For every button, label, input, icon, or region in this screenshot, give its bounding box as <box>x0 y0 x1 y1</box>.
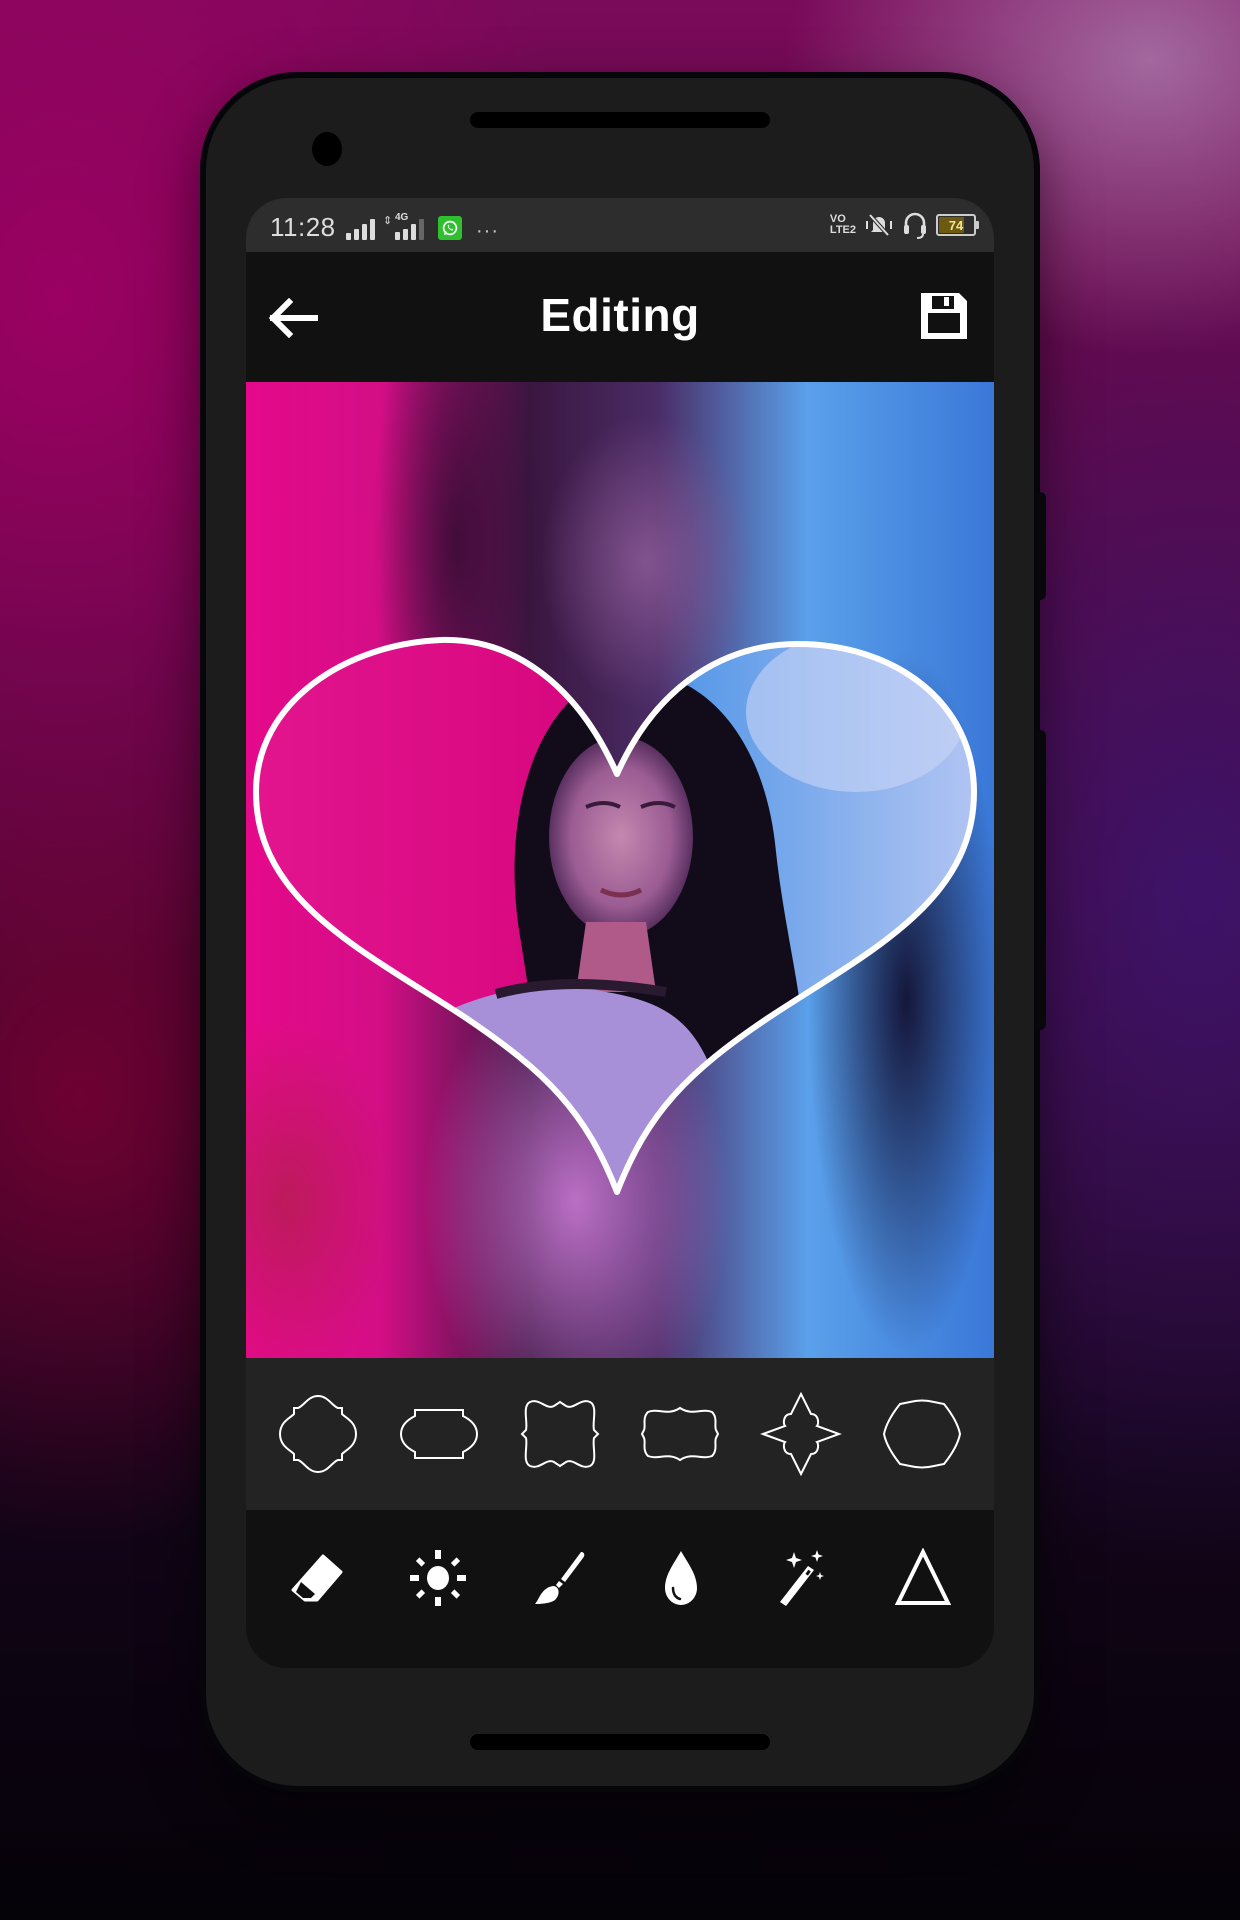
signal-icon <box>346 218 375 240</box>
whatsapp-notification-icon <box>438 216 462 240</box>
front-camera <box>312 132 342 166</box>
volume-button <box>1036 730 1046 1030</box>
shape-wavy-scalloped-frame[interactable] <box>518 1392 602 1476</box>
bracket-label-frame-icon <box>641 1406 720 1462</box>
shape-ornate-quatrefoil-frame[interactable] <box>276 1392 360 1476</box>
wavy-scalloped-frame-icon <box>520 1400 600 1468</box>
page-title: Editing <box>540 289 700 341</box>
shape-notched-label-frame[interactable] <box>397 1392 481 1476</box>
sun-icon <box>409 1550 466 1606</box>
more-notifications-icon: ··· <box>476 220 499 242</box>
bottom-speaker <box>470 1734 770 1750</box>
save-button[interactable] <box>916 288 972 344</box>
heart-frame[interactable] <box>246 382 994 1358</box>
shape-bracket-label-frame[interactable] <box>638 1392 722 1476</box>
power-button <box>1036 492 1046 600</box>
shape-octagon-curved-frame[interactable] <box>880 1392 964 1476</box>
star-pointed-frame-icon <box>760 1392 842 1476</box>
frame-shapes-bar <box>246 1358 994 1510</box>
volte-icon: VO LTE2 <box>829 213 856 236</box>
screen: 11:28 ⇕ 4G ··· VO LTE2 74 Editing <box>246 198 994 1668</box>
floppy-disk-icon <box>921 293 967 339</box>
magic-wand-icon <box>779 1550 824 1606</box>
earpiece-speaker <box>470 112 770 128</box>
tool-brush[interactable] <box>519 1538 599 1618</box>
tool-brightness[interactable] <box>398 1538 478 1618</box>
vibrate-silent-icon <box>866 213 892 237</box>
tool-blur[interactable] <box>641 1538 721 1618</box>
battery-icon: 74 <box>936 214 979 236</box>
tool-triangle[interactable] <box>883 1538 963 1618</box>
status-time: 11:28 <box>270 212 336 242</box>
triangle-icon <box>895 1548 952 1605</box>
status-right-icons: VO LTE2 74 <box>829 210 979 240</box>
framed-photo <box>256 639 974 1192</box>
shape-star-pointed-frame[interactable] <box>759 1392 843 1476</box>
water-drop-icon <box>664 1551 697 1605</box>
paintbrush-icon <box>535 1552 585 1604</box>
status-left-icons: ⇕ 4G ··· <box>346 212 499 242</box>
tool-eraser[interactable] <box>277 1538 357 1618</box>
photo-canvas[interactable] <box>246 382 994 1358</box>
status-bar: 11:28 ⇕ 4G ··· VO LTE2 74 <box>246 198 994 252</box>
ornate-quatrefoil-frame-icon <box>279 1394 358 1474</box>
eraser-icon <box>291 1554 343 1602</box>
app-bar: Editing <box>246 252 994 382</box>
tool-magic[interactable] <box>762 1538 842 1618</box>
phone-mockup: 11:28 ⇕ 4G ··· VO LTE2 74 Editing <box>206 78 1046 1786</box>
headset-icon <box>904 212 926 239</box>
mobile-data-4g-icon: ⇕ 4G <box>383 212 424 240</box>
notched-label-frame-icon <box>399 1409 478 1459</box>
octagon-curved-frame-icon <box>882 1399 961 1469</box>
editing-tools-bar <box>246 1510 994 1668</box>
